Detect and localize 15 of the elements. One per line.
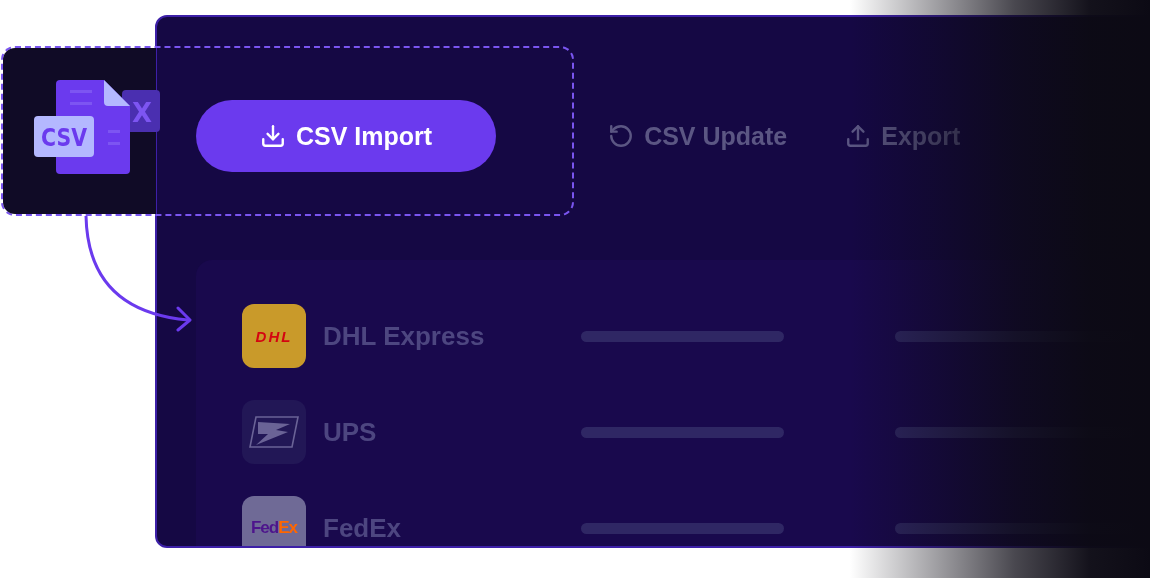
- upload-icon: [845, 123, 872, 149]
- logo-text: Fed: [251, 518, 279, 538]
- toolbar-button[interactable]: CSV Import: [196, 100, 497, 172]
- rotate-icon: [608, 123, 635, 149]
- carrier-name: DHL Express: [323, 320, 486, 352]
- eagle-icon: [248, 414, 300, 450]
- carrier-name: UPS: [323, 416, 378, 448]
- toolbar-button[interactable]: CSV Update: [606, 100, 790, 172]
- logo-text: Ex: [278, 518, 297, 538]
- download-icon: [260, 123, 286, 149]
- toolbar-button[interactable]: Export: [843, 100, 963, 172]
- carrier-name: FedEx: [323, 512, 403, 544]
- csv-label: CSV: [41, 123, 92, 152]
- x-label: X: [132, 98, 152, 128]
- logo-text: DHL: [255, 327, 293, 345]
